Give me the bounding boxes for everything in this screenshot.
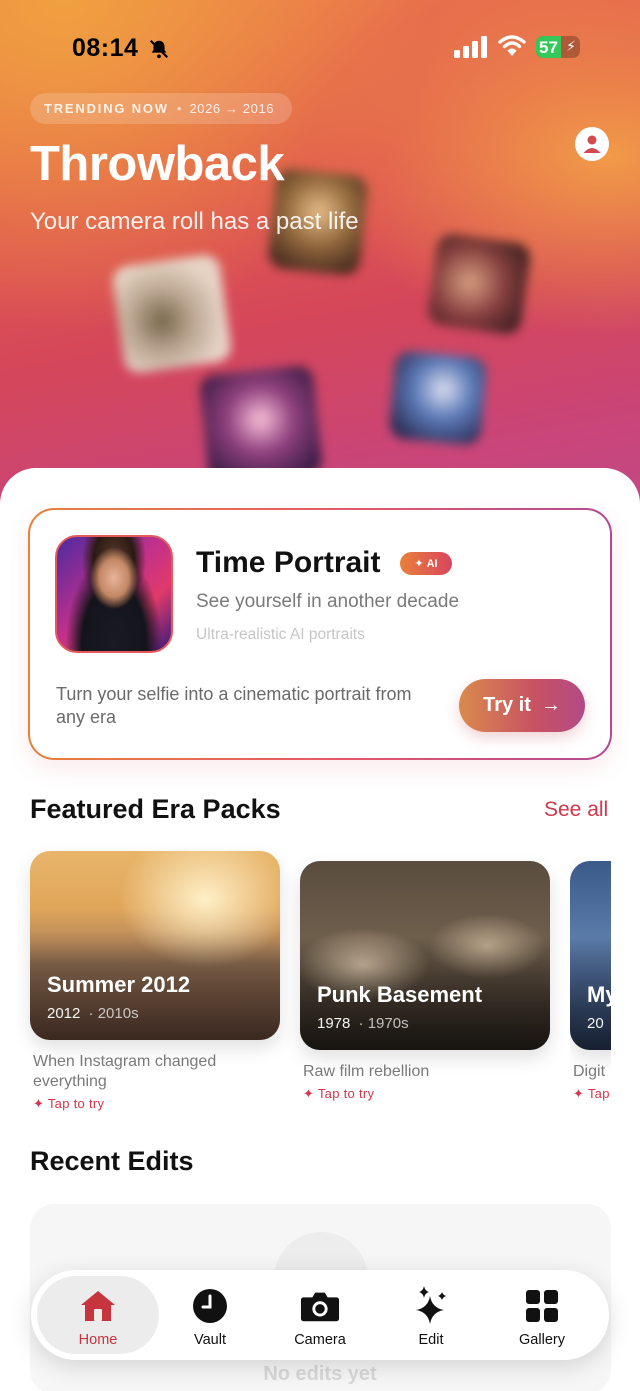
- blurred-photo-lights: [388, 350, 488, 446]
- person-icon: [583, 135, 601, 153]
- time-portrait-card[interactable]: Time Portrait ✦ AI See yourself in anoth…: [28, 508, 612, 760]
- era-pack-years: 2012 · 2010s: [47, 1005, 139, 1022]
- time-portrait-description: Turn your selfie into a cinematic portra…: [56, 684, 412, 727]
- bell-off-icon: [149, 39, 169, 59]
- tab-label: Vault: [194, 1332, 226, 1348]
- arrow-right-icon: →: [540, 694, 561, 716]
- no-edits-text: No edits yet: [263, 1363, 377, 1385]
- era-pack-name: Summer 2012: [47, 972, 191, 997]
- era-pack-tap-hint: ✦ Tap to try: [303, 1086, 375, 1101]
- profile-button[interactable]: [575, 127, 609, 161]
- grid-icon: [526, 1290, 558, 1322]
- era-pack-years: 1978 · 1970s: [317, 1015, 409, 1032]
- era-pack-description: Raw film rebellion: [303, 1063, 430, 1080]
- clock-icon: [193, 1289, 227, 1323]
- tab-label: Home: [78, 1332, 118, 1348]
- trending-pill[interactable]: TRENDING NOW • 2026 → 2016: [30, 93, 292, 124]
- status-time: 08:14: [72, 34, 139, 62]
- recent-section-title: Recent Edits: [30, 1146, 194, 1176]
- tab-label: Gallery: [519, 1332, 565, 1348]
- home-icon: [81, 1291, 115, 1321]
- tab-edit[interactable]: Edit: [376, 1276, 486, 1354]
- time-portrait-title: Time Portrait: [196, 546, 381, 579]
- charging-bolt-icon: ⚡: [566, 38, 576, 54]
- era-pack-tap-hint: ✦ Tap to try: [33, 1096, 105, 1111]
- blurred-photo-food: [111, 253, 233, 375]
- try-it-label: Try it: [483, 694, 531, 716]
- pill-separator: •: [176, 101, 182, 116]
- wifi-icon: [498, 35, 526, 56]
- page-title: Throwback: [30, 137, 285, 191]
- see-all-link[interactable]: See all: [544, 798, 608, 822]
- ai-badge-label: AI: [426, 557, 438, 570]
- tab-bar: Home Vault Camera Edit Gallery: [31, 1270, 609, 1360]
- tab-label: Camera: [294, 1332, 346, 1348]
- time-portrait-tagline: Ultra-realistic AI portraits: [196, 626, 365, 643]
- status-bar: 08:14 57 ⚡: [0, 28, 640, 68]
- blurred-photo-friends: [426, 231, 532, 337]
- era-pack-description: Digit: [573, 1063, 606, 1080]
- try-it-button[interactable]: Try it →: [459, 679, 585, 732]
- tab-home[interactable]: Home: [37, 1276, 159, 1354]
- page-subtitle: Your camera roll has a past life: [30, 208, 359, 235]
- battery-percent: 57: [539, 38, 558, 57]
- hero-header: 08:14 57 ⚡ TRENDING NOW • 2026 → 2016 Th…: [0, 0, 640, 520]
- era-pack-card[interactable]: Punk Basement 1978 · 1970s Raw film rebe…: [300, 861, 550, 1102]
- era-pack-card[interactable]: My 20 Digit ✦ Tap: [570, 861, 611, 1102]
- ai-badge: ✦ AI: [400, 552, 452, 575]
- sparkles-icon: [416, 1286, 446, 1324]
- signal-icon: [454, 36, 487, 58]
- era-pack-description: When Instagram changed everything: [33, 1053, 217, 1090]
- time-portrait-thumbnail: [55, 535, 173, 653]
- tab-gallery[interactable]: Gallery: [487, 1276, 597, 1354]
- era-pack-name: My: [587, 982, 611, 1007]
- era-pack-tap-hint: ✦ Tap: [573, 1086, 610, 1101]
- era-pack-years: 20: [587, 1015, 604, 1032]
- battery-indicator: 57 ⚡: [536, 36, 580, 58]
- sparkle-icon: ✦: [414, 558, 424, 570]
- era-pack-name: Punk Basement: [317, 982, 483, 1007]
- tab-label: Edit: [418, 1332, 444, 1348]
- tab-vault[interactable]: Vault: [155, 1276, 265, 1354]
- trending-label: TRENDING NOW: [44, 101, 169, 116]
- era-pack-image: Summer 2012 2012 · 2010s: [30, 851, 280, 1040]
- era-pack-card[interactable]: Summer 2012 2012 · 2010s When Instagram …: [30, 851, 280, 1112]
- time-portrait-subtitle: See yourself in another decade: [196, 591, 460, 612]
- trending-range: 2026 → 2016: [189, 101, 275, 116]
- tab-camera[interactable]: Camera: [265, 1276, 375, 1354]
- camera-icon: [300, 1292, 340, 1322]
- featured-section-title: Featured Era Packs: [30, 794, 281, 824]
- era-pack-image: Punk Basement 1978 · 1970s: [300, 861, 550, 1050]
- era-pack-image: My 20: [570, 861, 611, 1050]
